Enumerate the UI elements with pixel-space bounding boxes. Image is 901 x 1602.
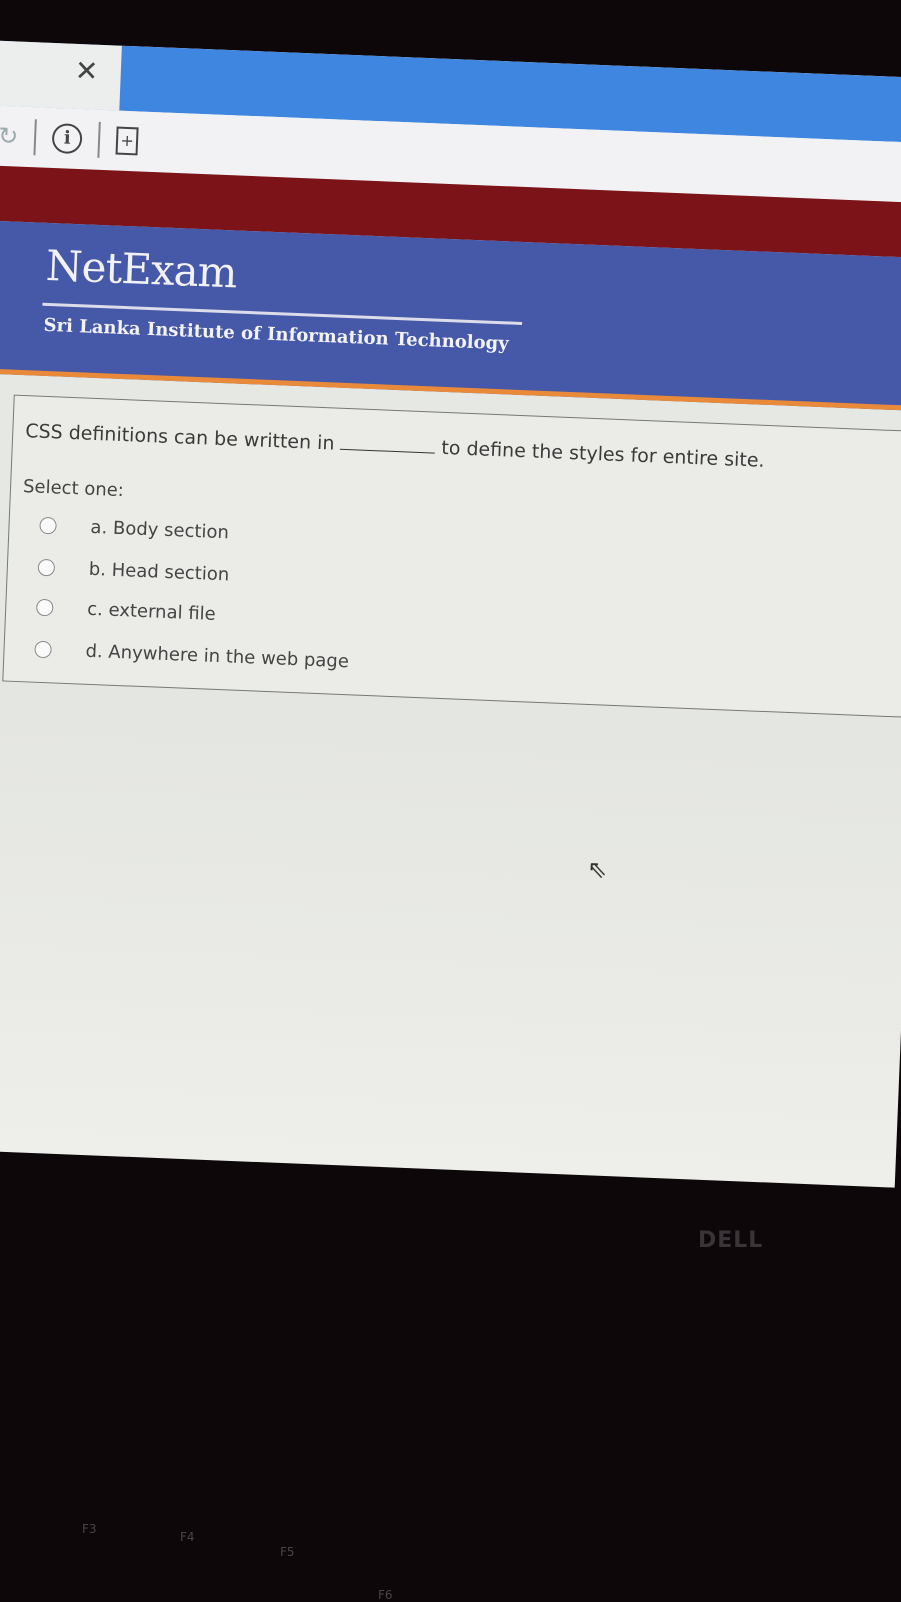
dell-logo: DELL (698, 1228, 764, 1253)
option-d[interactable]: d. Anywhere in the web page (34, 639, 350, 673)
new-page-icon[interactable]: + (115, 126, 139, 156)
select-prompt: Select one: (22, 476, 125, 502)
key-f4: F4 (180, 1530, 195, 1544)
radio-button[interactable] (39, 516, 57, 535)
option-label: b. Head section (88, 558, 230, 586)
option-b[interactable]: b. Head section (37, 557, 230, 586)
divider (97, 121, 101, 158)
key-f3: F3 (82, 1522, 97, 1536)
screen: ✕ ↻ i + NetExam Sri Lanka Institute of I… (0, 40, 901, 1188)
option-a[interactable]: a. Body section (39, 515, 230, 544)
question-box: CSS definitions can be written in to defi… (2, 394, 901, 720)
option-label: a. Body section (90, 516, 230, 544)
radio-button[interactable] (34, 640, 52, 659)
close-icon[interactable]: ✕ (74, 54, 99, 88)
radio-button[interactable] (37, 558, 56, 577)
option-label: d. Anywhere in the web page (85, 640, 350, 673)
netexam-logo: NetExam (45, 240, 238, 298)
info-icon[interactable]: i (51, 122, 83, 155)
radio-button[interactable] (35, 598, 54, 617)
option-c[interactable]: c. external file (35, 597, 217, 625)
divider (33, 119, 37, 156)
question-text-before: CSS definitions can be written in (24, 420, 335, 455)
browser-tab[interactable]: ✕ (0, 40, 122, 111)
mouse-cursor-icon: ⇖ (586, 855, 608, 884)
option-label: c. external file (86, 598, 217, 625)
answer-blank (340, 448, 436, 454)
key-f5: F5 (280, 1545, 295, 1559)
question-text: CSS definitions can be written in to defi… (25, 420, 765, 472)
reload-icon[interactable]: ↻ (0, 122, 19, 151)
question-text-after: to define the styles for entire site. (440, 436, 766, 472)
